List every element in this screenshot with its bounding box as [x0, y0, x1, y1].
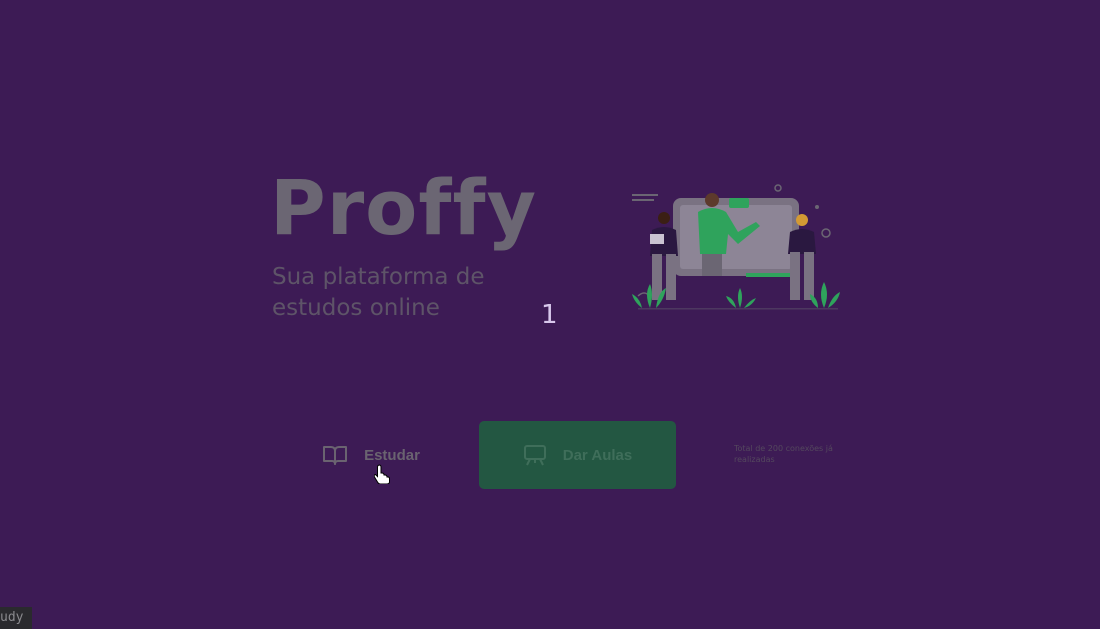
- logo-text: Proffy: [270, 168, 537, 252]
- proffy-logo: Proffy: [270, 168, 570, 260]
- presentation-board-icon: [523, 443, 547, 467]
- study-button-label: Estudar: [364, 446, 420, 464]
- tagline: Sua plataforma de estudos online: [272, 264, 485, 321]
- book-open-icon: [322, 444, 348, 466]
- give-classes-button-label: Dar Aulas: [562, 446, 633, 464]
- give-classes-button[interactable]: Dar Aulas: [479, 421, 676, 489]
- study-button[interactable]: Estudar: [288, 421, 454, 489]
- status-tooltip: udy: [0, 607, 32, 629]
- total-connections-text: Total de 200 conexões já realizadas: [734, 444, 833, 464]
- hand-pointer-cursor-icon: [373, 464, 390, 488]
- counter-value: 1: [541, 300, 558, 330]
- landing-page: Proffy Sua plataforma de estudos online …: [0, 0, 1100, 629]
- hero-illustration: [628, 180, 843, 315]
